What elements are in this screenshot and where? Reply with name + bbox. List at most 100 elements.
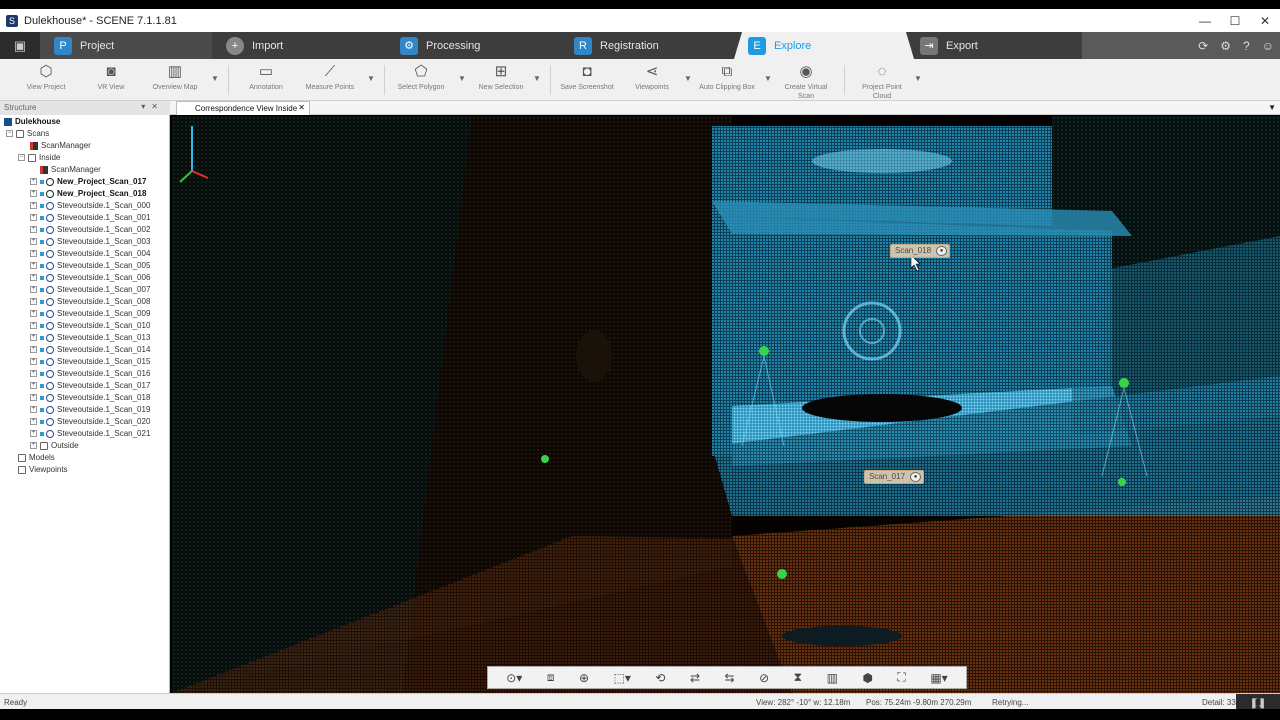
tab-export[interactable]: ⇥ Export <box>906 32 1082 59</box>
annotation-button[interactable]: ▭ Annotation <box>232 61 300 92</box>
tab-registration[interactable]: R Registration <box>560 32 742 59</box>
pan-icon[interactable]: ⇄ <box>690 671 700 685</box>
viewpoints-button[interactable]: ⋖ Viewpoints <box>618 61 686 92</box>
new-selection-button[interactable]: ⊞ New Selection <box>467 61 535 92</box>
expand-toggle[interactable]: + <box>30 310 37 318</box>
fullscreen-icon[interactable]: ⛶ <box>897 670 905 685</box>
save-screenshot-button[interactable]: ◘ Save Screenshot <box>553 61 621 92</box>
expand-toggle[interactable]: + <box>30 346 37 354</box>
overview-map-button[interactable]: ▥ Overview Map <box>141 61 209 92</box>
clip-icon[interactable]: ▥ <box>827 671 838 685</box>
tree-node-scan[interactable]: + Steveoutside.1_Scan_002 <box>0 224 169 236</box>
expand-toggle[interactable]: + <box>30 250 37 258</box>
collapse-toggle[interactable]: − <box>18 154 25 162</box>
close-tab-icon[interactable]: ✕ <box>298 103 305 112</box>
tree-node-scan[interactable]: + Steveoutside.1_Scan_006 <box>0 272 169 284</box>
expand-toggle[interactable]: + <box>30 406 37 414</box>
tree-node-scan[interactable]: + Steveoutside.1_Scan_014 <box>0 344 169 356</box>
save-icon[interactable]: ▣ <box>0 32 40 59</box>
expand-toggle[interactable]: + <box>30 226 37 234</box>
panel-pin-close-icons[interactable]: ▾✕ <box>141 102 164 111</box>
chevron-down-icon[interactable]: ▼ <box>458 74 466 83</box>
expand-toggle[interactable]: + <box>30 298 37 306</box>
navigation-mode-icon[interactable]: ⊙▾ <box>506 671 522 685</box>
expand-toggle[interactable]: + <box>30 418 37 426</box>
expand-toggle[interactable]: + <box>30 394 37 402</box>
chevron-down-icon[interactable]: ▼ <box>914 74 922 83</box>
gear-icon[interactable]: ⚙ <box>1220 39 1231 53</box>
expand-toggle[interactable]: + <box>30 430 37 438</box>
box-icon[interactable]: ⬢ <box>862 671 872 685</box>
collapse-toggle[interactable]: − <box>6 130 13 138</box>
vr-view-button[interactable]: ◙ VR View <box>77 61 145 92</box>
expand-toggle[interactable]: + <box>30 370 37 378</box>
tree-node-viewpoints[interactable]: Viewpoints <box>0 464 169 476</box>
chevron-down-icon[interactable]: ▼ <box>533 74 541 83</box>
tree-node-scan[interactable]: + Steveoutside.1_Scan_004 <box>0 248 169 260</box>
tree-node-scan[interactable]: + Steveoutside.1_Scan_018 <box>0 392 169 404</box>
minimize-icon[interactable]: — <box>1190 9 1220 32</box>
expand-toggle[interactable]: + <box>30 334 37 342</box>
tree-node-outside[interactable]: + Outside <box>0 440 169 452</box>
expand-toggle[interactable]: + <box>30 286 37 294</box>
tree-node-scan[interactable]: + Steveoutside.1_Scan_003 <box>0 236 169 248</box>
tree-node-root[interactable]: Dulekhouse <box>0 116 169 128</box>
scan-marker-017[interactable]: Scan_017 ● <box>864 470 925 484</box>
tab-explore[interactable]: E Explore <box>734 32 914 59</box>
tab-project[interactable]: P Project <box>40 32 220 59</box>
auto-clipping-box-button[interactable]: ⧉ Auto Clipping Box <box>693 61 761 92</box>
tree-node-scan[interactable]: + Steveoutside.1_Scan_016 <box>0 368 169 380</box>
tree-node-scan[interactable]: + Steveoutside.1_Scan_021 <box>0 428 169 440</box>
maximize-view-icon[interactable]: ⛶ <box>1255 698 1262 709</box>
measure-points-button[interactable]: ⟋ Measure Points <box>296 61 364 92</box>
expand-toggle[interactable]: + <box>30 178 37 186</box>
tab-processing[interactable]: ⚙ Processing <box>386 32 568 59</box>
tree-node-inside[interactable]: − Inside <box>0 152 169 164</box>
view-box-icon[interactable]: ⬚▾ <box>614 671 631 685</box>
help-icon[interactable]: ? <box>1243 39 1250 53</box>
refresh-icon[interactable]: ⟳ <box>1198 39 1208 53</box>
tree-node-inside-scanmanager[interactable]: ScanManager <box>0 164 169 176</box>
zoom-icon[interactable]: ⊕ <box>579 671 589 685</box>
tree-node-scan[interactable]: + New_Project_Scan_017 <box>0 176 169 188</box>
rotate-icon[interactable]: ⟲ <box>655 671 665 685</box>
tree-node-scan[interactable]: + Steveoutside.1_Scan_010 <box>0 320 169 332</box>
tab-correspondence-view[interactable]: Correspondence View Inside ✕ <box>176 101 310 115</box>
point-cloud-viewport[interactable]: Scan_018 ● Scan_017 ● ⊙▾ ⧈ ⊕ ⬚▾ ⟲ ⇄ ⇆ ⊘ … <box>172 116 1280 693</box>
expand-toggle[interactable]: + <box>30 358 37 366</box>
tree-node-scan[interactable]: + Steveoutside.1_Scan_013 <box>0 332 169 344</box>
chevron-down-icon[interactable]: ▼ <box>764 74 772 83</box>
tree-node-scanmanager[interactable]: ScanManager <box>0 140 169 152</box>
expand-toggle[interactable]: + <box>30 274 37 282</box>
expand-toggle[interactable]: + <box>30 442 37 450</box>
tab-import[interactable]: + Import <box>212 32 394 59</box>
tree-node-scan[interactable]: + Steveoutside.1_Scan_017 <box>0 380 169 392</box>
tree-node-models[interactable]: Models <box>0 452 169 464</box>
view-cube-icon[interactable]: ⧈ <box>547 670 555 685</box>
grid-icon[interactable]: ▦▾ <box>930 671 947 685</box>
chevron-down-icon[interactable]: ▼ <box>211 74 219 83</box>
tree-node-scans[interactable]: − Scans <box>0 128 169 140</box>
user-icon[interactable]: ☺ <box>1262 39 1274 53</box>
view-project-button[interactable]: ⬡ View Project <box>12 61 80 92</box>
eye-icon[interactable]: ● <box>936 246 948 256</box>
tree-node-scan[interactable]: + Steveoutside.1_Scan_000 <box>0 200 169 212</box>
eye-icon[interactable]: ● <box>910 472 922 482</box>
scan-marker-018[interactable]: Scan_018 ● <box>890 244 951 258</box>
expand-toggle[interactable]: + <box>30 322 37 330</box>
expand-toggle[interactable]: + <box>30 382 37 390</box>
close-icon[interactable]: ✕ <box>1250 9 1280 32</box>
tree-node-scan[interactable]: + Steveoutside.1_Scan_008 <box>0 296 169 308</box>
expand-toggle[interactable]: + <box>30 190 37 198</box>
swap-icon[interactable]: ⇆ <box>725 671 735 685</box>
tree-node-scan[interactable]: + Steveoutside.1_Scan_005 <box>0 260 169 272</box>
mirror-icon[interactable]: ⧗ <box>794 670 802 685</box>
tree-node-scan[interactable]: + Steveoutside.1_Scan_019 <box>0 404 169 416</box>
expand-toggle[interactable]: + <box>30 214 37 222</box>
expand-toggle[interactable]: + <box>30 262 37 270</box>
tree-node-scan[interactable]: + Steveoutside.1_Scan_009 <box>0 308 169 320</box>
maximize-icon[interactable]: ☐ <box>1220 9 1250 32</box>
expand-toggle[interactable]: + <box>30 202 37 210</box>
hide-icon[interactable]: ⊘ <box>759 671 769 685</box>
project-point-cloud-button[interactable]: ◌ Project Point Cloud <box>848 61 916 101</box>
